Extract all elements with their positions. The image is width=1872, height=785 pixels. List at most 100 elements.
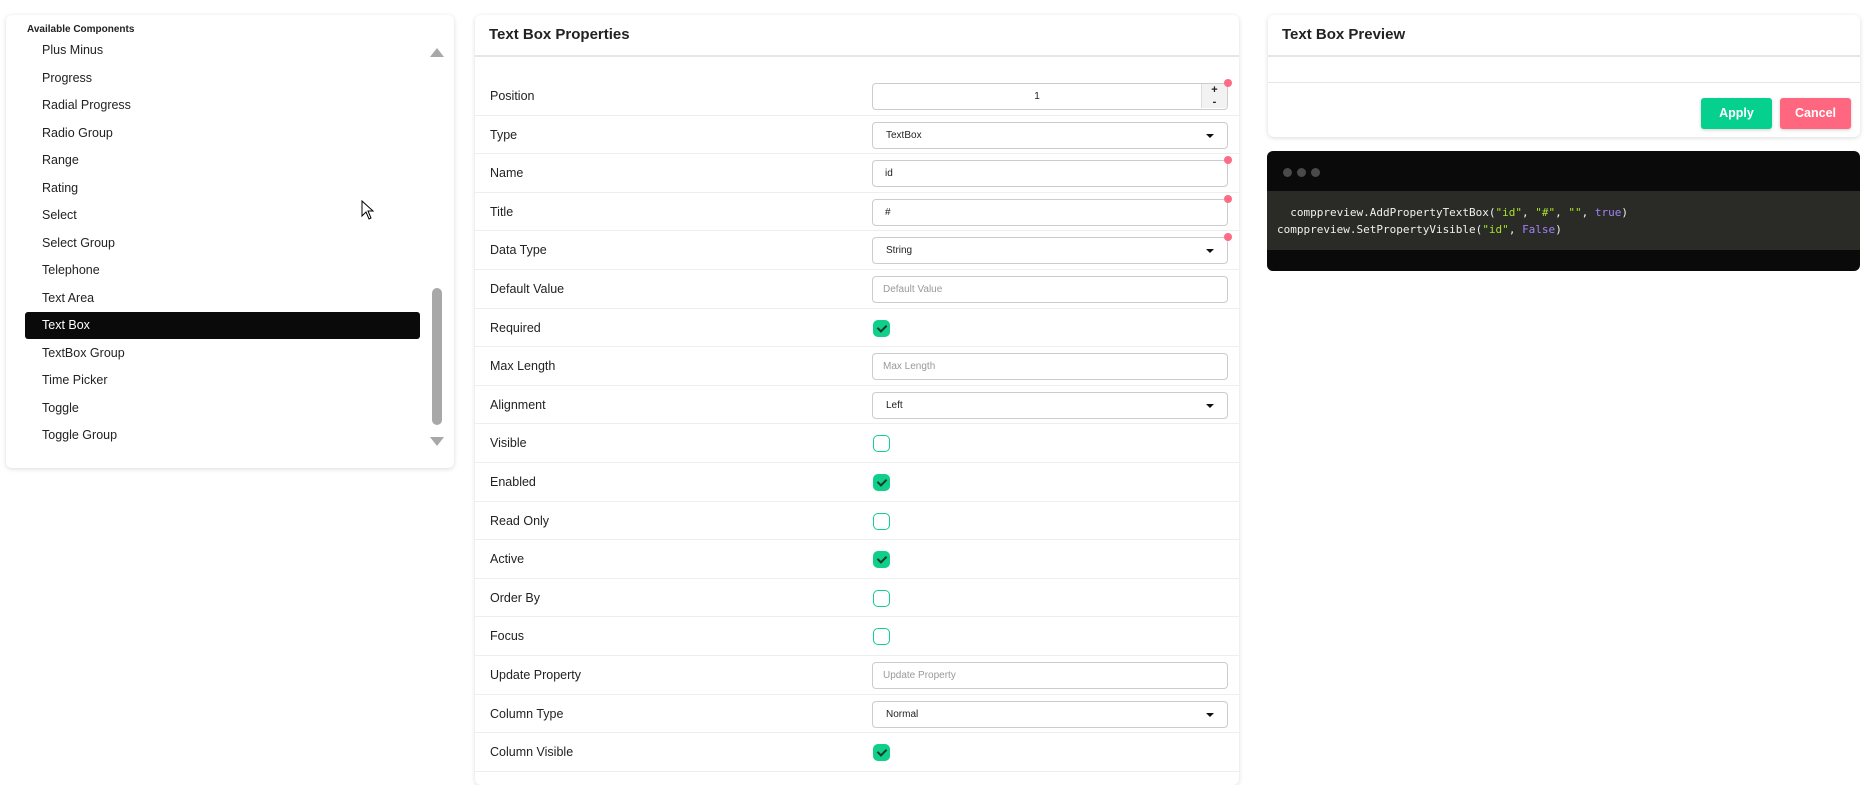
code-token: true <box>1594 206 1622 219</box>
required-indicator-icon <box>1224 79 1232 87</box>
text-box-preview-panel: Text Box Preview Apply Cancel <box>1268 15 1860 137</box>
code-token: ) <box>1621 206 1629 219</box>
scroll-up-arrow-icon[interactable] <box>430 48 444 57</box>
property-label: Visible <box>490 436 527 451</box>
property-row-enabled: Enabled <box>475 463 1239 502</box>
chevron-down-icon <box>1206 403 1214 408</box>
property-row-order-by: Order By <box>475 579 1239 618</box>
text-box-properties-panel: Text Box Properties Position 1 + - Type TextB… <box>475 15 1239 785</box>
dropdown[interactable]: Left <box>872 391 1228 419</box>
property-row-active: Active <box>475 540 1239 579</box>
component-list-item[interactable]: Radial Progress <box>25 92 420 119</box>
component-list-item[interactable]: Rating <box>25 175 420 202</box>
code-token: "" <box>1568 206 1582 219</box>
property-row-type: Type TextBox <box>475 116 1239 155</box>
property-row-name: Name id <box>475 154 1239 193</box>
cancel-button[interactable]: Cancel <box>1780 98 1851 129</box>
component-list-item[interactable]: Time Picker <box>25 367 420 394</box>
property-row-required: Required <box>475 309 1239 348</box>
code-token: comppreview.SetPropertyVisible( <box>1277 223 1483 236</box>
property-label: Alignment <box>490 397 546 412</box>
property-label: Max Length <box>490 359 556 374</box>
window-dot-icon <box>1283 168 1292 177</box>
dropdown[interactable]: TextBox <box>872 121 1228 149</box>
property-label: Update Property <box>490 668 582 682</box>
field-value: TextBox <box>886 129 922 141</box>
property-label: Title <box>490 204 514 219</box>
checkbox[interactable] <box>873 474 890 491</box>
checkbox[interactable] <box>873 512 890 530</box>
code-token: "id" <box>1482 223 1509 236</box>
property-label: Position <box>490 89 535 103</box>
chevron-down-icon <box>1206 712 1214 717</box>
increment-button[interactable]: + <box>1201 84 1227 96</box>
checkbox[interactable] <box>873 551 890 569</box>
window-dot-icon <box>1311 168 1320 177</box>
component-list-item[interactable]: Telephone <box>25 257 420 284</box>
component-list-item[interactable]: Select Group <box>25 230 420 257</box>
property-row-update-property: Update Property Update Property <box>475 656 1239 695</box>
chevron-down-icon <box>1206 249 1214 254</box>
dropdown[interactable]: String <box>872 233 1232 265</box>
component-list-item[interactable]: Text Box <box>25 312 420 339</box>
checkbox[interactable] <box>873 628 890 646</box>
property-label: Column Type <box>490 706 564 721</box>
property-row-focus: Focus <box>475 617 1239 656</box>
component-list-item[interactable]: Progress <box>25 65 420 92</box>
number-stepper[interactable]: 1 + - <box>872 79 1232 110</box>
field-value: Normal <box>886 708 919 720</box>
decrement-button[interactable]: - <box>1201 96 1227 108</box>
property-row-visible: Visible <box>475 424 1239 463</box>
text-input[interactable]: Update Property <box>872 662 1228 689</box>
component-list-item[interactable]: Plus Minus <box>25 37 420 64</box>
component-list-item[interactable]: Range <box>25 147 420 174</box>
code-token: ) <box>1555 223 1562 236</box>
property-label: Default Value <box>490 282 565 296</box>
checkbox[interactable] <box>873 319 890 337</box>
property-label: Enabled <box>490 475 536 489</box>
required-indicator-icon <box>1224 233 1232 242</box>
property-label: Type <box>490 127 518 142</box>
property-label: Required <box>490 320 541 335</box>
code-token: "#" <box>1535 206 1556 219</box>
property-row-data-type: Data Type String <box>475 231 1239 270</box>
checkbox[interactable] <box>873 435 890 453</box>
mouse-cursor-icon <box>361 200 375 220</box>
code-token: False <box>1522 223 1556 236</box>
property-label: Data Type <box>490 243 547 258</box>
field-value: 1 <box>1034 91 1040 102</box>
scroll-down-arrow-icon[interactable] <box>430 437 444 446</box>
property-row-column-visible: Column Visible <box>475 733 1239 772</box>
code-token: , <box>1581 206 1595 219</box>
apply-button[interactable]: Apply <box>1701 98 1772 129</box>
field-value: String <box>886 245 913 257</box>
dropdown[interactable]: Normal <box>872 700 1228 728</box>
code-line: comppreview.AddPropertyTextBox("id", "#"… <box>1277 204 1850 221</box>
component-list-item[interactable]: Text Area <box>25 285 420 312</box>
code-token: comppreview.AddPropertyTextBox( <box>1277 206 1496 219</box>
component-list-item[interactable]: Toggle <box>25 395 420 422</box>
code-token: , <box>1555 206 1569 219</box>
property-row-position: Position 1 + - <box>475 77 1239 116</box>
field-value: id <box>885 168 893 180</box>
property-row-title: Title # <box>475 193 1239 232</box>
scrollbar-thumb[interactable] <box>432 288 442 425</box>
component-list-item[interactable]: Radio Group <box>25 120 420 147</box>
text-input[interactable]: Default Value <box>872 276 1228 303</box>
panel-title: Text Box Properties <box>475 15 1239 57</box>
text-input[interactable]: Max Length <box>872 353 1228 381</box>
code-block: comppreview.AddPropertyTextBox( "id", "#"… <box>1267 191 1860 250</box>
checkbox[interactable] <box>873 744 890 762</box>
property-row-column-type: Column Type Normal <box>475 695 1239 734</box>
checkbox[interactable] <box>873 589 890 607</box>
component-list-item[interactable]: Toggle Group <box>25 422 420 449</box>
preview-area <box>1268 57 1860 83</box>
field-value: # <box>885 206 891 218</box>
component-list-item[interactable]: TextBox Group <box>25 340 420 367</box>
property-row-default-value: Default Value Default Value <box>475 270 1239 309</box>
code-window: comppreview.AddPropertyTextBox( "id", "#"… <box>1267 151 1860 271</box>
code-token: , <box>1522 206 1536 219</box>
placeholder-text: Update Property <box>883 670 956 681</box>
text-input[interactable]: # <box>872 194 1232 226</box>
text-input[interactable]: id <box>872 156 1232 188</box>
